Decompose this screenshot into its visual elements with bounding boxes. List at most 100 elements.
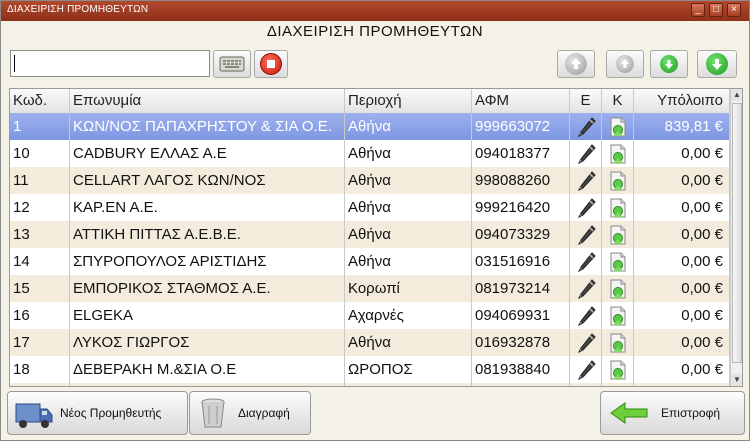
table-row[interactable]: 15 ΕΜΠΟΡΙΚΟΣ ΣΤΑΘΜΟΣ Α.Ε. Κορωπί 081973214 0… <box>10 275 730 303</box>
column-header-name[interactable]: Επωνυμία <box>70 89 345 113</box>
pen-icon[interactable] <box>570 383 602 386</box>
new-supplier-button[interactable]: Νέος Προμηθευτής <box>7 391 188 435</box>
cell-balance: 0,00 € <box>634 383 730 386</box>
card-icon[interactable] <box>602 167 634 194</box>
pen-icon[interactable] <box>570 113 602 140</box>
table-row[interactable]: 19ΚΑΛΠΑΚΙΔΗΣ ΚΥΡΙΑΚΟΣΑθήνα104537139 0,00 … <box>10 383 730 386</box>
cell-code: 19 <box>10 383 70 386</box>
search-input[interactable] <box>10 50 210 77</box>
cell-name: ΚΑΛΠΑΚΙΔΗΣ ΚΥΡΙΑΚΟΣ <box>70 383 345 386</box>
table-row[interactable]: 16 ELGEKA Αχαρνές 094069931 0,00 € <box>10 302 730 330</box>
new-supplier-label: Νέος Προμηθευτής <box>60 406 162 420</box>
table-row[interactable]: 10 CADBURY ΕΛΛΑΣ Α.Ε Αθήνα 094018377 0,00 € <box>10 140 730 168</box>
pen-icon[interactable] <box>570 275 602 302</box>
cell-code: 11 <box>10 167 70 194</box>
cell-code: 15 <box>10 275 70 302</box>
pen-icon[interactable] <box>570 140 602 167</box>
card-icon[interactable] <box>602 194 634 221</box>
card-icon[interactable] <box>602 221 634 248</box>
scroll-down-arrow-icon[interactable]: ▼ <box>731 374 742 386</box>
suppliers-table: Κωδ. Επωνυμία Περιοχή ΑΦΜ Ε Κ Υπόλοιπο 1… <box>9 88 743 387</box>
cell-balance: 0,00 € <box>634 167 730 194</box>
keyboard-button[interactable] <box>213 50 251 78</box>
pen-icon[interactable] <box>570 167 602 194</box>
supplier-management-window: ΔΙΑΧΕΙΡΙΣΗ ΠΡΟΜΗΘΕΥΤΩΝ _ □ × ΔΙΑΧΕΙΡΙΣΗ … <box>0 0 750 441</box>
move-to-bottom-button[interactable] <box>697 50 737 78</box>
card-icon[interactable] <box>602 329 634 356</box>
column-header-area[interactable]: Περιοχή <box>345 89 472 113</box>
back-label: Επιστροφή <box>661 406 721 420</box>
cell-afm: 016932878 <box>472 329 570 356</box>
cell-balance: 0,00 € <box>634 194 730 221</box>
cell-name: ΚΑΡ.ΕΝ Α.Ε. <box>70 194 345 221</box>
cell-area: Αχαρνές <box>345 302 472 329</box>
close-button[interactable]: × <box>727 3 741 17</box>
pen-icon[interactable] <box>570 356 602 383</box>
delete-button[interactable]: Διαγραφή <box>189 391 311 435</box>
cell-name: ELGEKA <box>70 302 345 329</box>
column-header-card[interactable]: Κ <box>602 89 634 113</box>
minimize-button[interactable]: _ <box>691 3 705 17</box>
table-row[interactable]: 17 ΛΥΚΟΣ ΓΙΩΡΓΟΣ Αθήνα 016932878 0,00 € <box>10 329 730 357</box>
title-bar[interactable]: ΔΙΑΧΕΙΡΙΣΗ ΠΡΟΜΗΘΕΥΤΩΝ _ □ × <box>1 1 749 21</box>
move-up-button[interactable] <box>606 50 644 78</box>
cell-code: 13 <box>10 221 70 248</box>
cell-area: Αθήνα <box>345 194 472 221</box>
cell-area: Αθήνα <box>345 140 472 167</box>
table-row[interactable]: 1 ΚΩΝ/ΝΟΣ ΠΑΠΑΧΡΗΣΤΟΥ & ΣΙΑ Ο.Ε. Αθήνα 9996… <box>10 113 730 141</box>
back-button[interactable]: Επιστροφή <box>600 391 745 435</box>
table-row[interactable]: 18 ΔΕΒΕΡΑΚΗ Μ.&ΣΙΑ Ο.Ε ΩΡΟΠΟΣ 081938840 0,00… <box>10 356 730 384</box>
arrow-up-double-icon <box>565 53 587 75</box>
pen-icon[interactable] <box>570 194 602 221</box>
move-down-button[interactable] <box>650 50 688 78</box>
cell-area: Αθήνα <box>345 221 472 248</box>
table-row[interactable]: 14 ΣΠΥΡΟΠΟΥΛΟΣ ΑΡΙΣΤΙΔΗΣ Αθήνα 031516916 0,0… <box>10 248 730 276</box>
card-icon[interactable] <box>602 356 634 383</box>
column-header-balance[interactable]: Υπόλοιπο <box>634 89 730 113</box>
cell-balance: 0,00 € <box>634 140 730 167</box>
move-to-top-button[interactable] <box>557 50 595 78</box>
cell-name: CADBURY ΕΛΛΑΣ Α.Ε <box>70 140 345 167</box>
delete-label: Διαγραφή <box>238 406 290 420</box>
cell-code: 16 <box>10 302 70 329</box>
cell-code: 18 <box>10 356 70 383</box>
arrow-left-icon <box>610 402 648 424</box>
page-title: ΔΙΑΧΕΙΡΙΣΗ ΠΡΟΜΗΘΕΥΤΩΝ <box>266 23 484 40</box>
table-row[interactable]: 11 CELLART ΛΑΓΟΣ ΚΩΝ/ΝΟΣ Αθήνα 998088260 0,0… <box>10 167 730 195</box>
cell-balance: 0,00 € <box>634 302 730 329</box>
table-row[interactable]: 13 ΑΤΤΙΚΗ ΠΙΤΤΑΣ Α.Ε.Β.Ε. Αθήνα 094073329 0,… <box>10 221 730 249</box>
card-icon[interactable] <box>602 275 634 302</box>
card-icon[interactable] <box>602 302 634 329</box>
card-icon[interactable] <box>602 113 634 140</box>
column-header-edit[interactable]: Ε <box>570 89 602 113</box>
cell-name: ΕΜΠΟΡΙΚΟΣ ΣΤΑΘΜΟΣ Α.Ε. <box>70 275 345 302</box>
scrollbar-thumb[interactable] <box>732 103 742 363</box>
scroll-up-arrow-icon[interactable]: ▲ <box>731 89 742 101</box>
stop-search-button[interactable] <box>254 50 288 78</box>
maximize-button[interactable]: □ <box>709 3 723 17</box>
card-icon[interactable] <box>602 140 634 167</box>
column-header-afm[interactable]: ΑΦΜ <box>472 89 570 113</box>
column-header-code[interactable]: Κωδ. <box>10 89 70 113</box>
cell-balance: 0,00 € <box>634 329 730 356</box>
trash-bin-icon <box>201 398 225 428</box>
cell-afm: 094073329 <box>472 221 570 248</box>
pen-icon[interactable] <box>570 221 602 248</box>
cell-code: 17 <box>10 329 70 356</box>
stop-icon <box>260 53 282 75</box>
pen-icon[interactable] <box>570 329 602 356</box>
cell-afm: 094069931 <box>472 302 570 329</box>
arrow-down-icon <box>660 55 678 73</box>
cell-name: ΛΥΚΟΣ ΓΙΩΡΓΟΣ <box>70 329 345 356</box>
vertical-scrollbar[interactable]: ▲ ▼ <box>730 89 742 386</box>
cell-afm: 094018377 <box>472 140 570 167</box>
pen-icon[interactable] <box>570 302 602 329</box>
cell-area: Αθήνα <box>345 167 472 194</box>
card-icon[interactable] <box>602 248 634 275</box>
table-row[interactable]: 12 ΚΑΡ.ΕΝ Α.Ε. Αθήνα 999216420 0,00 € <box>10 194 730 222</box>
text-caret <box>14 55 15 72</box>
cell-afm: 081973214 <box>472 275 570 302</box>
cell-code: 12 <box>10 194 70 221</box>
card-icon[interactable] <box>602 383 634 386</box>
pen-icon[interactable] <box>570 248 602 275</box>
